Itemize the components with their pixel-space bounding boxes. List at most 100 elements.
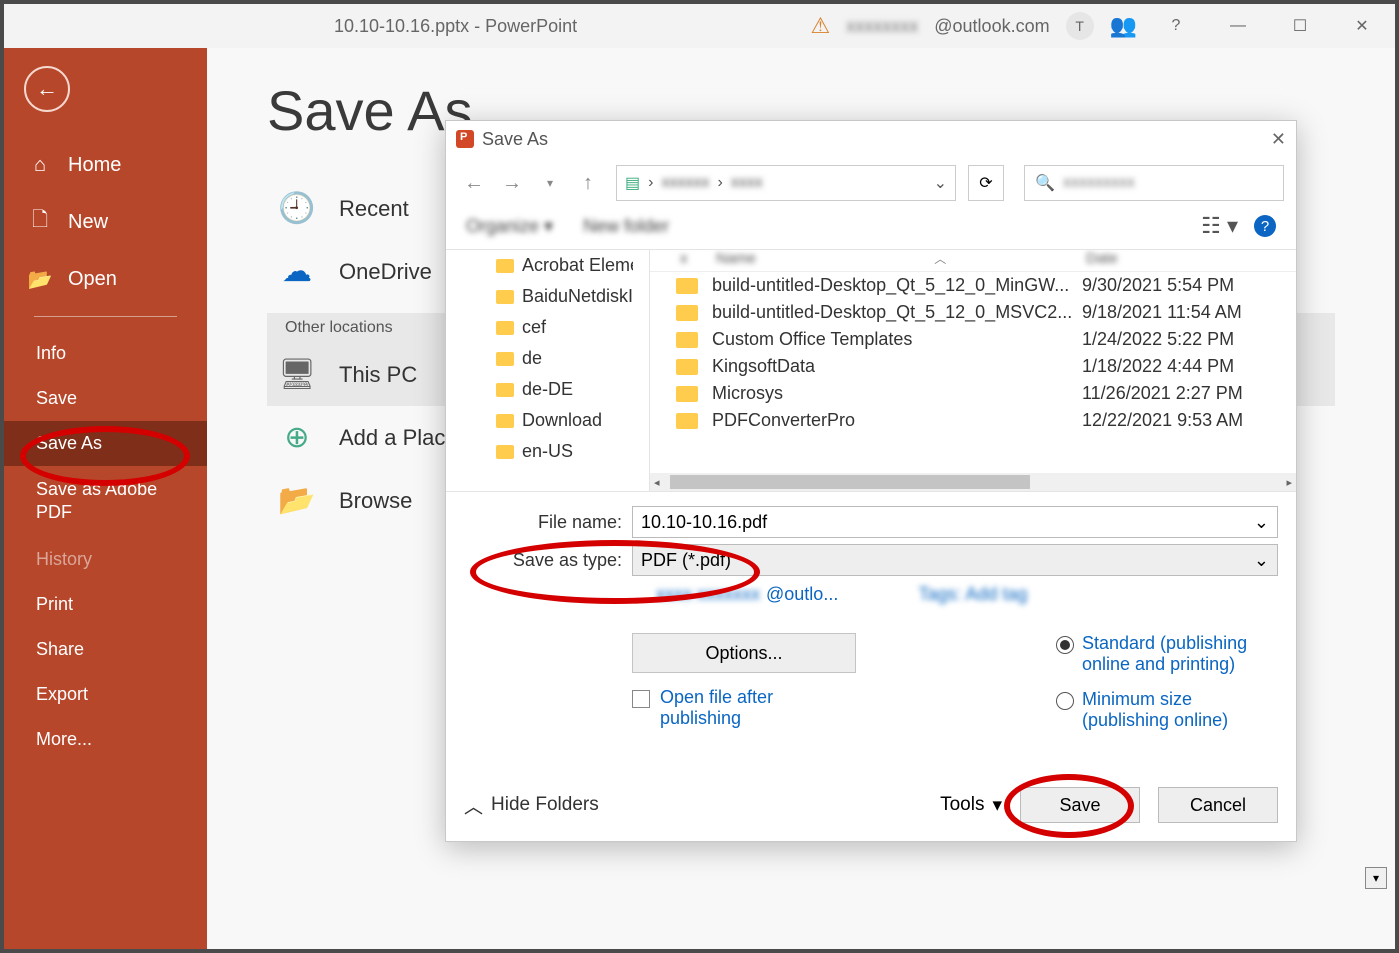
- sidebar-more[interactable]: More...: [4, 717, 207, 762]
- recent-icon: 🕘: [277, 191, 317, 226]
- sidebar-save[interactable]: Save: [4, 376, 207, 421]
- sidebar-home[interactable]: ⌂Home: [4, 140, 207, 191]
- this-pc-icon: 🖥: [277, 357, 317, 392]
- options-button[interactable]: Options...: [632, 633, 856, 673]
- tools-dropdown[interactable]: Tools▾: [940, 794, 1002, 817]
- file-row: KingsoftData1/18/2022 4:44 PM: [650, 353, 1296, 380]
- nav-back-button[interactable]: ←: [458, 167, 490, 199]
- dialog-help-button[interactable]: ?: [1254, 215, 1276, 237]
- folder-icon: [496, 290, 514, 304]
- back-button[interactable]: ←: [24, 66, 70, 112]
- chevron-down-icon: ▾: [992, 794, 1002, 817]
- title-bar: 10.10-10.16.pptx - PowerPoint ⚠ xxxxxxxx…: [4, 4, 1395, 48]
- user-email-suffix: @outlook.com: [934, 16, 1049, 37]
- save-button[interactable]: Save: [1020, 787, 1140, 823]
- close-button[interactable]: ✕: [1339, 7, 1385, 45]
- user-email-blurred: xxxxxxxx: [846, 16, 918, 37]
- tree-item: Download: [446, 405, 649, 436]
- refresh-button[interactable]: ⟳: [968, 165, 1004, 201]
- cancel-button[interactable]: Cancel: [1158, 787, 1278, 823]
- hide-folders-button[interactable]: ︿Hide Folders: [464, 792, 599, 819]
- new-icon: 🗋: [28, 205, 52, 239]
- folder-icon: [496, 383, 514, 397]
- backstage-sidebar: ← ⌂Home 🗋New 📂Open Info Save Save As Sav…: [4, 48, 207, 949]
- dialog-toolbar: Organize ▾ New folder ☷ ▾ ?: [446, 203, 1296, 250]
- folder-icon: [496, 445, 514, 459]
- add-place-icon: ⊕: [277, 420, 317, 455]
- browse-icon: 📂: [277, 483, 317, 518]
- folder-icon: [676, 386, 698, 402]
- nav-up-button[interactable]: ↑: [572, 167, 604, 199]
- radio-icon: [1056, 636, 1074, 654]
- help-icon[interactable]: ?: [1153, 7, 1199, 45]
- save-type-dropdown[interactable]: PDF (*.pdf)⌄: [632, 544, 1278, 576]
- sidebar-save-adobe[interactable]: Save as Adobe PDF: [4, 466, 207, 537]
- sidebar-info[interactable]: Info: [4, 331, 207, 376]
- chevron-down-icon[interactable]: ⌄: [934, 173, 947, 193]
- nav-history-dropdown[interactable]: ▾: [534, 167, 566, 199]
- page-scroll-down[interactable]: ▾: [1365, 867, 1387, 889]
- home-icon: ⌂: [28, 154, 52, 177]
- tree-item: en-US: [446, 436, 649, 467]
- maximize-button[interactable]: ☐: [1277, 7, 1323, 45]
- user-avatar[interactable]: T: [1066, 12, 1094, 40]
- chevron-down-icon[interactable]: ⌄: [1254, 550, 1269, 571]
- onedrive-icon: ☁: [277, 254, 317, 289]
- tree-item: cef: [446, 312, 649, 343]
- file-row: Microsys11/26/2021 2:27 PM: [650, 380, 1296, 407]
- dialog-titlebar: Save As ✕: [446, 121, 1296, 157]
- tree-item: de: [446, 343, 649, 374]
- document-title: 10.10-10.16.pptx - PowerPoint: [334, 16, 577, 37]
- open-icon: 📂: [28, 267, 52, 292]
- file-list-header[interactable]: xNameDate ︿: [650, 250, 1296, 272]
- sidebar-export[interactable]: Export: [4, 672, 207, 717]
- optimize-minimum-radio[interactable]: Minimum size (publishing online): [1056, 689, 1272, 731]
- new-folder-button[interactable]: New folder: [583, 216, 669, 237]
- chevron-down-icon[interactable]: ⌄: [1254, 512, 1269, 533]
- sidebar-print[interactable]: Print: [4, 582, 207, 627]
- save-as-dialog: Save As ✕ ← → ▾ ↑ ▤ ›xxxxxx›xxxx ⌄ ⟳ 🔍xx…: [445, 120, 1297, 842]
- sidebar-new[interactable]: 🗋New: [4, 191, 207, 253]
- folder-icon: [496, 352, 514, 366]
- file-list[interactable]: xNameDate ︿ build-untitled-Desktop_Qt_5_…: [650, 250, 1296, 491]
- optimize-standard-radio[interactable]: Standard (publishing online and printing…: [1056, 633, 1272, 675]
- file-name-input[interactable]: 10.10-10.16.pdf⌄: [632, 506, 1278, 538]
- checkbox-icon: [632, 690, 650, 708]
- file-row: Custom Office Templates1/24/2022 5:22 PM: [650, 326, 1296, 353]
- dialog-close-button[interactable]: ✕: [1271, 129, 1286, 150]
- tree-item: Acrobat Eleme: [446, 250, 649, 281]
- file-row: PDFConverterPro12/22/2021 9:53 AM: [650, 407, 1296, 434]
- folder-icon: [676, 359, 698, 375]
- dialog-title: Save As: [482, 129, 548, 150]
- folder-icon: [496, 414, 514, 428]
- save-type-label: Save as type:: [506, 550, 622, 571]
- folder-icon: [496, 259, 514, 273]
- share-icon[interactable]: 👥: [1110, 13, 1137, 39]
- chevron-up-icon: ︿: [464, 792, 483, 819]
- powerpoint-icon: [456, 130, 474, 148]
- sidebar-share[interactable]: Share: [4, 627, 207, 672]
- organize-button[interactable]: Organize ▾: [466, 216, 553, 237]
- tree-scrollbar[interactable]: ▴▾: [633, 250, 649, 491]
- nav-forward-button[interactable]: →: [496, 167, 528, 199]
- sidebar-save-as[interactable]: Save As: [4, 421, 207, 466]
- search-input[interactable]: 🔍xxxxxxxxx: [1024, 165, 1284, 201]
- view-button[interactable]: ☷ ▾: [1201, 213, 1238, 239]
- open-after-checkbox[interactable]: Open file after publishing: [632, 687, 856, 729]
- sidebar-history[interactable]: History: [4, 537, 207, 582]
- address-bar[interactable]: ▤ ›xxxxxx›xxxx ⌄: [616, 165, 956, 201]
- author-field[interactable]: xxxx xxxxxxx@outlo...: [656, 584, 838, 605]
- folder-chip-icon: ▤: [625, 173, 640, 193]
- folder-tree[interactable]: Acrobat Eleme BaiduNetdiskI cef de de-DE…: [446, 250, 650, 491]
- radio-icon: [1056, 692, 1074, 710]
- warning-icon: ⚠: [811, 13, 831, 39]
- folder-icon: [676, 413, 698, 429]
- minimize-button[interactable]: —: [1215, 7, 1261, 45]
- folder-icon: [676, 332, 698, 348]
- tags-field[interactable]: Tags: Add tag: [918, 584, 1027, 605]
- search-icon: 🔍: [1035, 173, 1055, 193]
- file-name-label: File name:: [506, 512, 622, 533]
- sidebar-open[interactable]: 📂Open: [4, 253, 207, 306]
- file-hscrollbar[interactable]: ◂▸: [650, 473, 1296, 491]
- tree-item: de-DE: [446, 374, 649, 405]
